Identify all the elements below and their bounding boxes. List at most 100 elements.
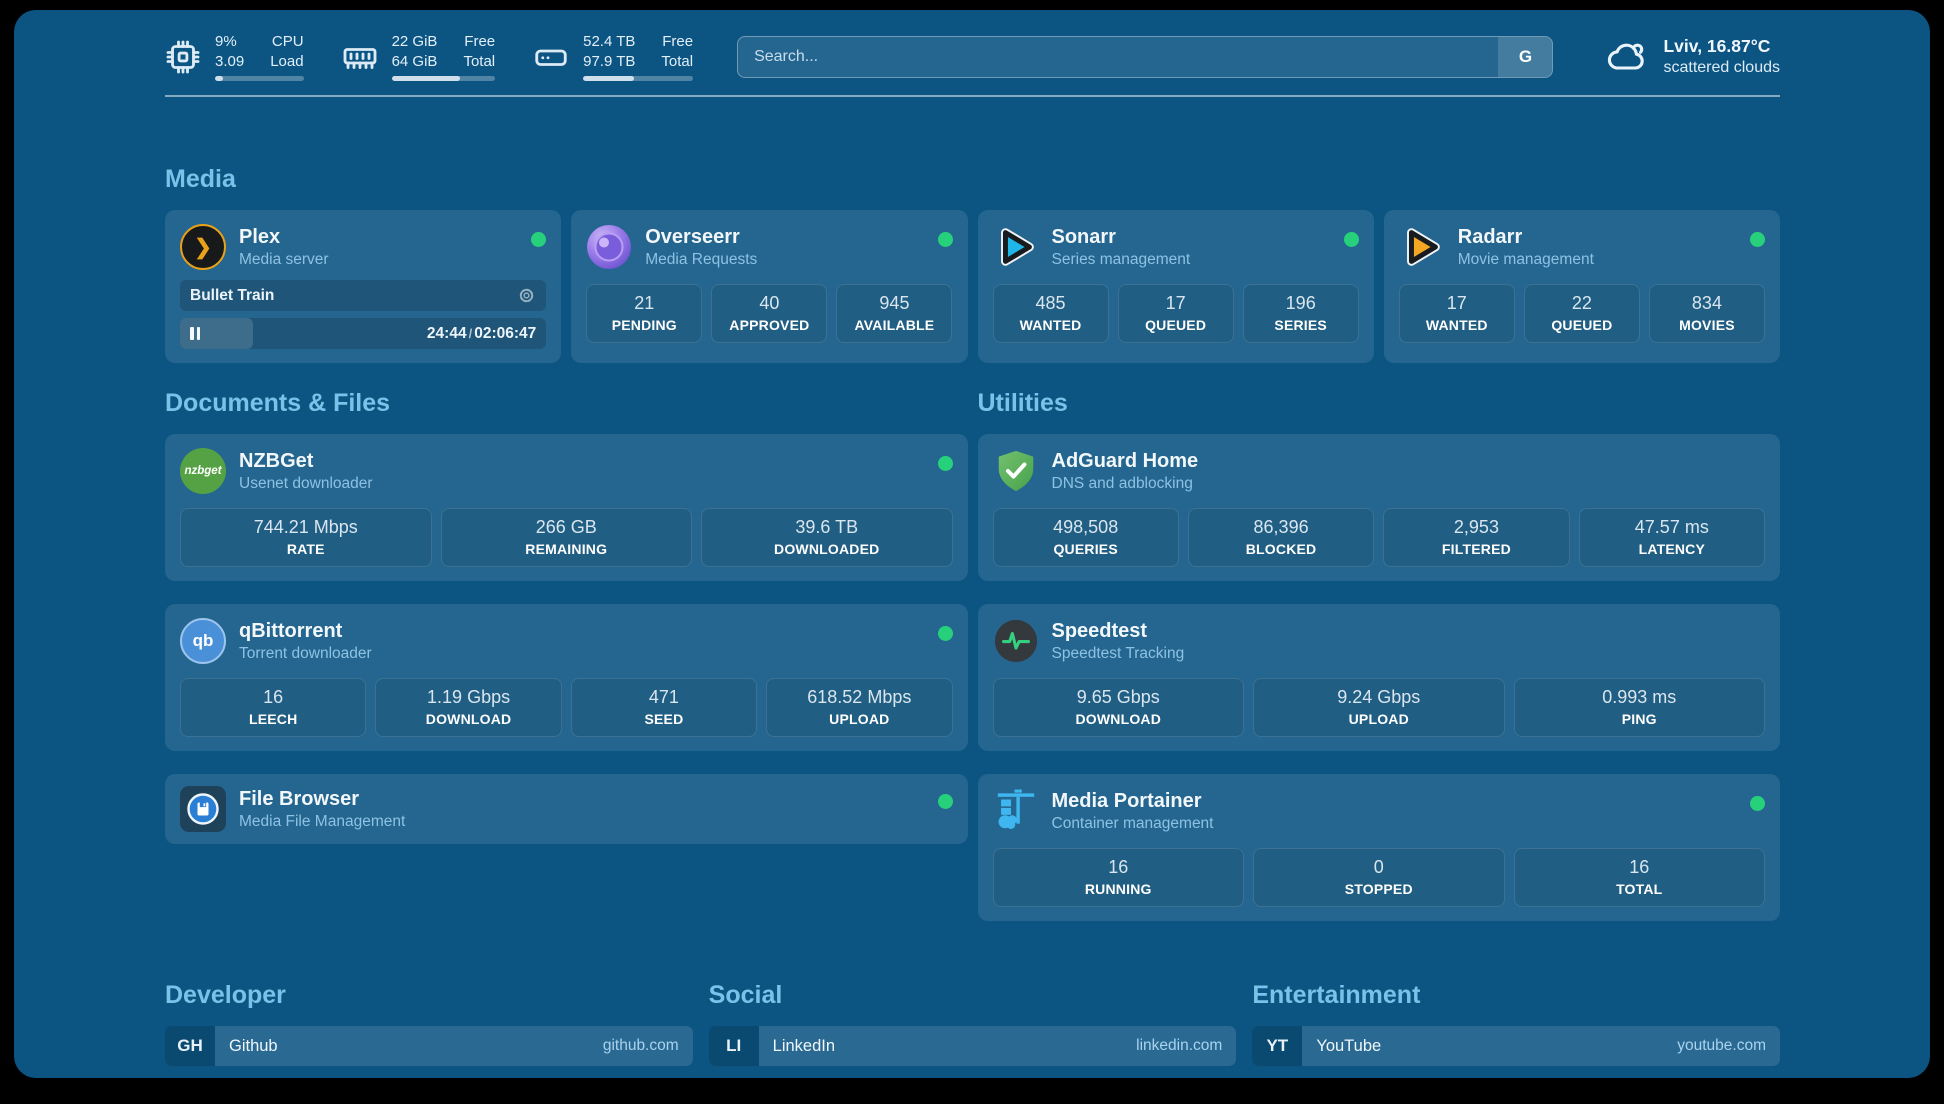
bookmark-abbr: GH (165, 1026, 215, 1066)
search-bar: G (737, 36, 1553, 78)
stat-pending: 21PENDING (586, 284, 702, 343)
cloud-icon (1605, 35, 1649, 79)
filebrowser-icon (180, 786, 226, 832)
speedtest-icon (993, 618, 1039, 664)
service-card-speedtest[interactable]: Speedtest Speedtest Tracking 9.65 GbpsDO… (978, 604, 1781, 751)
service-card-sonarr[interactable]: Sonarr Series management 485WANTED 17QUE… (978, 210, 1374, 363)
qbittorrent-icon: qb (180, 618, 226, 664)
bookmark-youtube[interactable]: YT YouTube youtube.com (1252, 1026, 1780, 1066)
stat-queued: 22QUEUED (1524, 284, 1640, 343)
service-name: Radarr (1458, 225, 1594, 249)
section-social: Social LI LinkedIn linkedin.com TW Twitt… (709, 981, 1237, 1078)
status-dot (1750, 232, 1765, 247)
service-card-filebrowser[interactable]: File Browser Media File Management (165, 774, 968, 844)
adguard-icon (993, 448, 1039, 494)
player-time: 24:44/02:06:47 (427, 325, 536, 343)
section-developer: Developer GH Github github.com SO StackO… (165, 981, 693, 1078)
disk-total-value: 97.9 TB (583, 52, 635, 72)
service-name: NZBGet (239, 449, 373, 473)
cpu-progress-fill (215, 76, 223, 81)
status-dot (938, 794, 953, 809)
service-description: Speedtest Tracking (1052, 645, 1185, 663)
search-provider-button[interactable]: G (1498, 37, 1552, 77)
section-title-documents: Documents & Files (165, 389, 968, 418)
section-title-entertainment: Entertainment (1252, 981, 1780, 1010)
stat-wanted: 17WANTED (1399, 284, 1515, 343)
service-name: Overseerr (645, 225, 757, 249)
stat-downloaded: 39.6 TBDOWNLOADED (701, 508, 953, 567)
stat-upload: 618.52 MbpsUPLOAD (766, 678, 952, 737)
stat-queries: 498,508QUERIES (993, 508, 1179, 567)
section-media: Media ❯ Plex Media server Bullet Train (165, 165, 1780, 363)
status-dot (938, 232, 953, 247)
service-description: Media Requests (645, 251, 757, 269)
section-entertainment: Entertainment YT YouTube youtube.com NF … (1252, 981, 1780, 1078)
disk-icon (533, 39, 569, 75)
service-description: DNS and adblocking (1052, 475, 1199, 493)
service-name: Plex (239, 225, 329, 249)
bookmark-name: YouTube (1316, 1037, 1381, 1056)
pause-icon (190, 327, 200, 340)
bookmark-domain: youtube.com (1677, 1037, 1766, 1055)
memory-free-value: 22 GiB (392, 32, 438, 52)
service-name: Media Portainer (1052, 789, 1214, 813)
header-divider (165, 95, 1780, 97)
memory-progress-track (392, 76, 496, 81)
stat-download: 9.65 GbpsDOWNLOAD (993, 678, 1245, 737)
radarr-icon (1399, 224, 1445, 270)
service-card-nzbget[interactable]: nzbget NZBGet Usenet downloader 744.21 M… (165, 434, 968, 581)
top-bar: 9% 3.09 CPU Load (165, 32, 1780, 81)
stat-available: 945AVAILABLE (836, 284, 952, 343)
bookmark-name: Github (229, 1037, 278, 1056)
stat-rate: 744.21 MbpsRATE (180, 508, 432, 567)
disk-free-value: 52.4 TB (583, 32, 635, 52)
section-documents-files: Documents & Files nzbget NZBGet Usenet d… (165, 389, 968, 921)
service-name: File Browser (239, 787, 405, 811)
stat-ping: 0.993 msPING (1514, 678, 1766, 737)
service-card-adguard[interactable]: AdGuard Home DNS and adblocking 498,508Q… (978, 434, 1781, 581)
section-title-utilities: Utilities (978, 389, 1781, 418)
weather-widget: Lviv, 16.87°C scattered clouds (1605, 35, 1780, 79)
bookmark-domain: github.com (603, 1037, 679, 1055)
memory-stat: 22 GiB 64 GiB Free Total (342, 32, 496, 81)
nzbget-icon: nzbget (180, 448, 226, 494)
status-dot (1750, 796, 1765, 811)
cpu-stat: 9% 3.09 CPU Load (165, 32, 304, 81)
service-card-portainer[interactable]: Media Portainer Container management 16R… (978, 774, 1781, 921)
stat-movies: 834MOVIES (1649, 284, 1765, 343)
bookmark-github[interactable]: GH Github github.com (165, 1026, 693, 1066)
service-description: Media File Management (239, 813, 405, 831)
service-name: qBittorrent (239, 619, 372, 643)
search-input[interactable] (737, 36, 1553, 78)
now-playing-title: Bullet Train (190, 287, 274, 305)
disk-free-label: Free (661, 32, 693, 52)
service-card-plex[interactable]: ❯ Plex Media server Bullet Train (165, 210, 561, 363)
bookmark-name: LinkedIn (773, 1037, 835, 1056)
service-card-overseerr[interactable]: Overseerr Media Requests 21PENDING 40APP… (571, 210, 967, 363)
service-description: Usenet downloader (239, 475, 373, 493)
bookmark-abbr: YT (1252, 1026, 1302, 1066)
bookmark-domain: linkedin.com (1136, 1037, 1222, 1055)
service-card-qbittorrent[interactable]: qb qBittorrent Torrent downloader 16LEEC… (165, 604, 968, 751)
gear-icon (517, 286, 536, 305)
bookmark-linkedin[interactable]: LI LinkedIn linkedin.com (709, 1026, 1237, 1066)
sonarr-icon (993, 224, 1039, 270)
section-title-developer: Developer (165, 981, 693, 1010)
service-description: Media server (239, 251, 329, 269)
stat-remaining: 266 GBREMAINING (441, 508, 693, 567)
plex-icon: ❯ (180, 224, 226, 270)
overseerr-icon (586, 224, 632, 270)
service-name: Speedtest (1052, 619, 1185, 643)
service-card-radarr[interactable]: Radarr Movie management 17WANTED 22QUEUE… (1384, 210, 1780, 363)
cpu-load-label: Load (270, 52, 303, 72)
stat-stopped: 0STOPPED (1253, 848, 1505, 907)
portainer-icon (993, 788, 1039, 834)
ram-icon (342, 39, 378, 75)
weather-location-temp: Lviv, 16.87°C (1663, 36, 1780, 57)
bookmark-abbr: LI (709, 1026, 759, 1066)
service-description: Movie management (1458, 251, 1594, 269)
stat-total: 16TOTAL (1514, 848, 1766, 907)
dashboard-page: 9% 3.09 CPU Load (14, 10, 1930, 1078)
section-title-social: Social (709, 981, 1237, 1010)
stat-upload: 9.24 GbpsUPLOAD (1253, 678, 1505, 737)
